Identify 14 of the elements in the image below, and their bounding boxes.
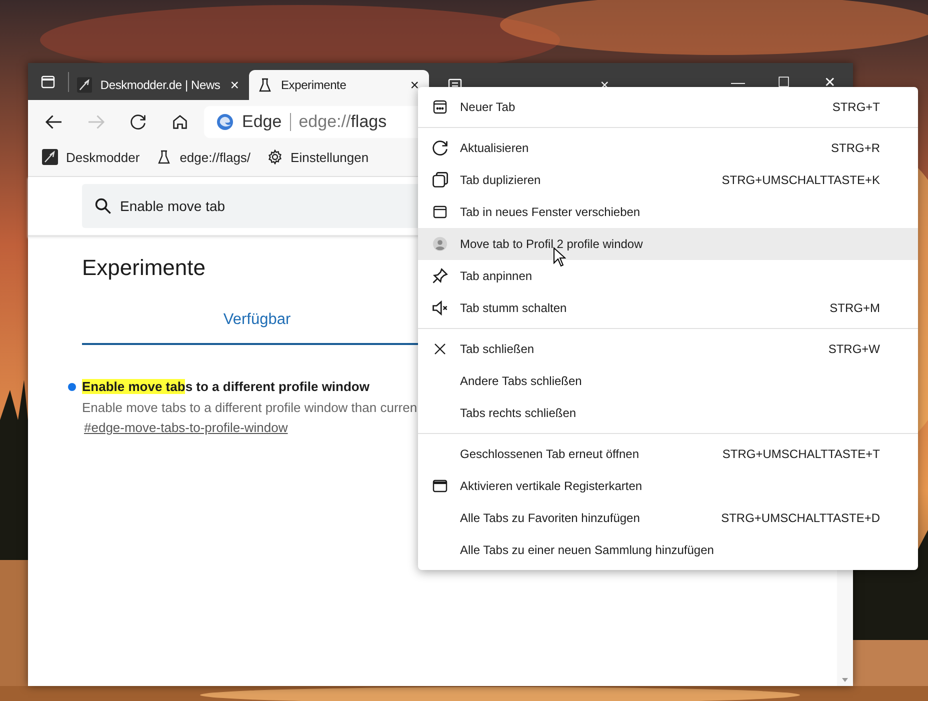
shortcut-text: STRG+T bbox=[832, 100, 880, 114]
tab-title: Experimente bbox=[281, 78, 346, 92]
shortcut-text: STRG+UMSCHALTTASTE+D bbox=[721, 511, 880, 525]
url-text: edge://flags bbox=[298, 112, 387, 132]
shortcut-text: STRG+R bbox=[830, 141, 880, 155]
tab-title: Deskmodder.de | News bbox=[100, 78, 220, 92]
page-heading: Experimente bbox=[82, 255, 206, 281]
shortcut-text: STRG+W bbox=[828, 342, 880, 356]
shortcut-text: STRG+M bbox=[830, 301, 880, 315]
shortcut-text: STRG+UMSCHALTTASTE+T bbox=[722, 447, 880, 461]
shortcut-text: STRG+UMSCHALTTASTE+K bbox=[722, 173, 880, 187]
flag-description: Enable move tabs to a different profile window than curren bbox=[82, 400, 418, 415]
site-label: Edge bbox=[242, 112, 282, 132]
search-text: Enable move tab bbox=[120, 198, 226, 214]
